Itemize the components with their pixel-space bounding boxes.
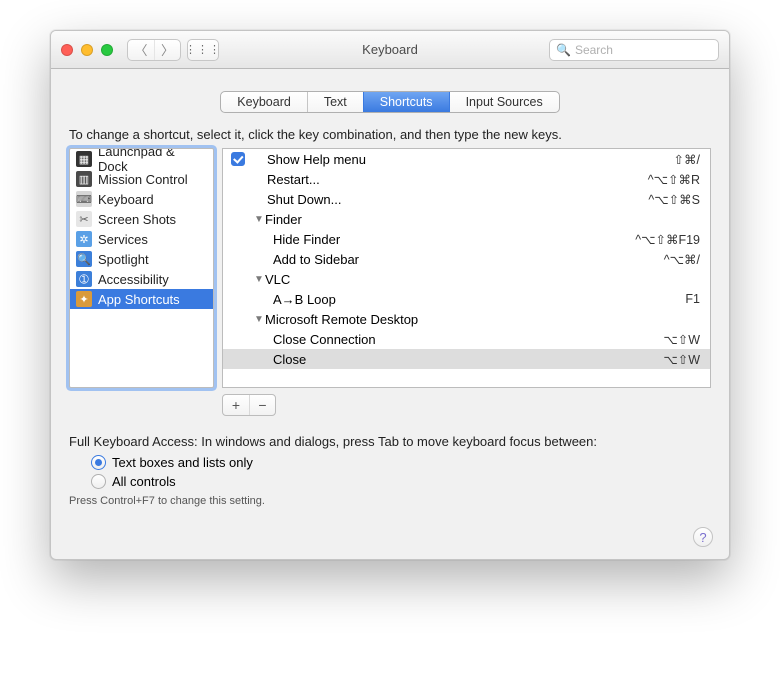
forward-button[interactable]: 〉 (154, 40, 180, 60)
tab-bar: Keyboard Text Shortcuts Input Sources (69, 91, 711, 113)
back-button[interactable]: 〈 (128, 40, 154, 60)
show-all-button[interactable]: ⋮⋮⋮ (187, 39, 219, 61)
search-icon: 🔍 (556, 43, 571, 57)
shortcut-row[interactable]: Add to Sidebar^⌥⌘/ (223, 249, 710, 269)
category-icon: ⌨ (76, 191, 92, 207)
chevron-left-icon: 〈 (134, 40, 147, 59)
shortcut-keys: ^⌥⇧⌘R (648, 172, 700, 187)
group-label: Microsoft Remote Desktop (265, 312, 700, 327)
shortcut-row[interactable]: A→B LoopF1 (223, 289, 710, 309)
tab-input-sources[interactable]: Input Sources (449, 92, 559, 112)
shortcut-group-header[interactable]: ▼VLC (223, 269, 710, 289)
shortcut-row[interactable]: Close⌥⇧W (223, 349, 710, 369)
sidebar-item-label: Screen Shots (98, 212, 176, 227)
nav-back-forward: 〈 〉 (127, 39, 181, 61)
grid-icon: ⋮⋮⋮ (185, 43, 221, 56)
keyboard-access-hint: Press Control+F7 to change this setting. (69, 495, 711, 507)
shortcut-keys: ⌥⇧W (663, 332, 700, 347)
group-label: VLC (265, 272, 700, 287)
sidebar-item[interactable]: ✂ Screen Shots (70, 209, 213, 229)
shortcut-label: Hide Finder (253, 232, 635, 247)
category-icon: ✲ (76, 231, 92, 247)
group-label: Finder (265, 212, 700, 227)
shortcut-keys: ^⌥⌘/ (664, 252, 700, 267)
disclosure-triangle-icon[interactable]: ▼ (253, 214, 265, 225)
category-sidebar[interactable]: ▦Launchpad & Dock▥Mission Control⌨Keyboa… (69, 148, 214, 388)
disclosure-triangle-icon[interactable]: ▼ (253, 274, 265, 285)
sidebar-item-label: Accessibility (98, 272, 169, 287)
category-icon: ➀ (76, 271, 92, 287)
radio-text-boxes-label: Text boxes and lists only (112, 455, 253, 470)
tab-shortcuts[interactable]: Shortcuts (363, 92, 449, 112)
shortcut-checkbox[interactable] (231, 152, 245, 166)
sidebar-item-label: Spotlight (98, 252, 149, 267)
sidebar-item[interactable]: ⌨ Keyboard (70, 189, 213, 209)
shortcut-group-header[interactable]: ▼Finder (223, 209, 710, 229)
sidebar-item-label: Keyboard (98, 192, 154, 207)
shortcut-keys: ⇧⌘/ (674, 152, 700, 167)
shortcut-label: Close (253, 352, 663, 367)
window-body: Keyboard Text Shortcuts Input Sources To… (51, 69, 729, 523)
add-remove-bar: + − (222, 394, 711, 416)
shortcut-row[interactable]: Show Help menu⇧⌘/ (223, 149, 710, 169)
shortcut-label: Add to Sidebar (253, 252, 664, 267)
sidebar-item-label: Services (98, 232, 148, 247)
shortcut-group-header[interactable]: ▼Microsoft Remote Desktop (223, 309, 710, 329)
shortcut-row[interactable]: Restart...^⌥⇧⌘R (223, 169, 710, 189)
shortcut-keys: ^⌥⇧⌘F19 (635, 232, 700, 247)
shortcut-label: Show Help menu (253, 152, 674, 167)
titlebar: 〈 〉 ⋮⋮⋮ Keyboard 🔍 (51, 31, 729, 69)
category-icon: ✂ (76, 211, 92, 227)
tab-text[interactable]: Text (307, 92, 363, 112)
shortcut-row[interactable]: Close Connection⌥⇧W (223, 329, 710, 349)
sidebar-item[interactable]: 🔍 Spotlight (70, 249, 213, 269)
tab-keyboard[interactable]: Keyboard (221, 92, 307, 112)
shortcut-row[interactable]: Hide Finder^⌥⇧⌘F19 (223, 229, 710, 249)
disclosure-triangle-icon[interactable]: ▼ (253, 314, 265, 325)
category-icon: ▥ (76, 171, 92, 187)
traffic-lights (61, 44, 113, 56)
instruction-text: To change a shortcut, select it, click t… (69, 127, 711, 142)
shortcut-list[interactable]: Show Help menu⇧⌘/Restart...^⌥⇧⌘RShut Dow… (222, 148, 711, 388)
help-icon: ? (699, 530, 706, 545)
shortcut-label: Restart... (253, 172, 648, 187)
radio-all-controls-label: All controls (112, 474, 176, 489)
add-shortcut-button[interactable]: + (223, 395, 249, 415)
shortcut-label: Close Connection (253, 332, 663, 347)
full-keyboard-access-radios: Text boxes and lists only All controls (91, 455, 711, 489)
radio-all-controls[interactable] (91, 474, 106, 489)
sidebar-item[interactable]: ➀ Accessibility (70, 269, 213, 289)
minimize-window-button[interactable] (81, 44, 93, 56)
shortcut-keys: ^⌥⇧⌘S (648, 192, 700, 207)
shortcut-label: Shut Down... (253, 192, 648, 207)
sidebar-item-label: Launchpad & Dock (98, 148, 207, 174)
sidebar-item-label: Mission Control (98, 172, 188, 187)
sidebar-item-label: App Shortcuts (98, 292, 180, 307)
shortcut-label: A→B Loop (253, 292, 685, 307)
zoom-window-button[interactable] (101, 44, 113, 56)
sidebar-item[interactable]: ✦ App Shortcuts (70, 289, 213, 309)
shortcut-keys: F1 (685, 292, 700, 306)
sidebar-item[interactable]: ✲ Services (70, 229, 213, 249)
help-button[interactable]: ? (693, 527, 713, 547)
preferences-window: 〈 〉 ⋮⋮⋮ Keyboard 🔍 Keyboard Text Shortcu… (50, 30, 730, 560)
category-icon: ▦ (76, 151, 92, 167)
category-icon: ✦ (76, 291, 92, 307)
category-icon: 🔍 (76, 251, 92, 267)
chevron-right-icon: 〉 (161, 40, 174, 59)
shortcut-keys: ⌥⇧W (663, 352, 700, 367)
search-field[interactable]: 🔍 (549, 39, 719, 61)
close-window-button[interactable] (61, 44, 73, 56)
radio-text-boxes[interactable] (91, 455, 106, 470)
remove-shortcut-button[interactable]: − (249, 395, 275, 415)
sidebar-item[interactable]: ▦Launchpad & Dock (70, 149, 213, 169)
help-bar: ? (51, 523, 729, 559)
search-input[interactable] (575, 43, 712, 57)
full-keyboard-access-label: Full Keyboard Access: In windows and dia… (69, 434, 711, 449)
shortcut-row[interactable]: Shut Down...^⌥⇧⌘S (223, 189, 710, 209)
